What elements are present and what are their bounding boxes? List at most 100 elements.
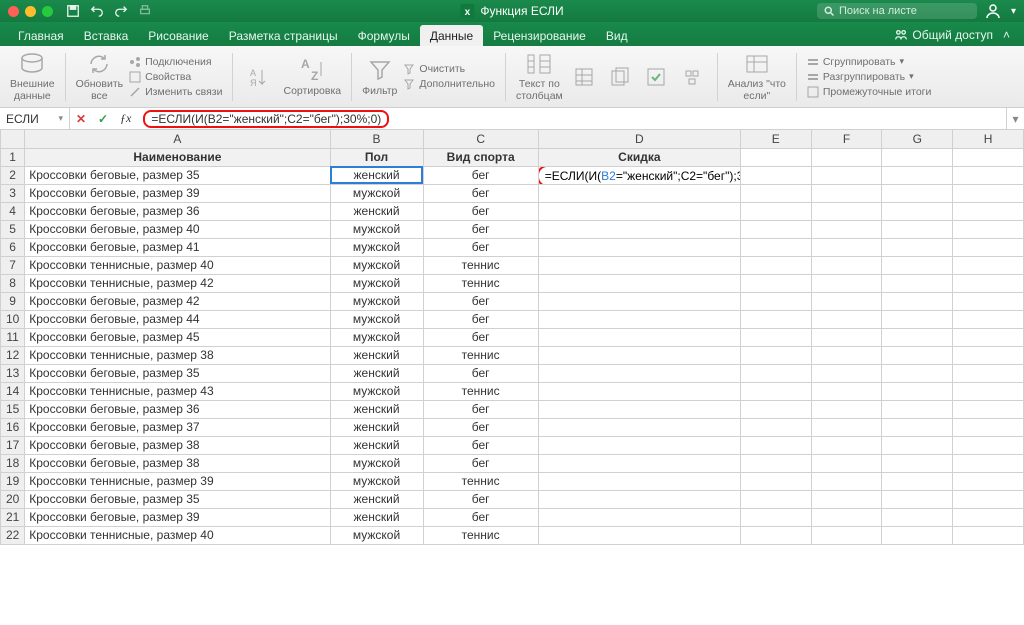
cell[interactable]	[811, 364, 882, 382]
cell[interactable]: Кроссовки беговые, размер 36	[25, 202, 330, 220]
cell[interactable]	[882, 202, 953, 220]
connections-button[interactable]: Подключения	[129, 56, 222, 68]
search-box[interactable]: Поиск на листе	[817, 3, 977, 19]
share-button[interactable]: Общий доступ	[894, 28, 993, 42]
row-header[interactable]: 12	[1, 346, 25, 364]
ungroup-button[interactable]: Разгруппировать▾	[807, 71, 932, 83]
row-header[interactable]: 10	[1, 310, 25, 328]
cell[interactable]: бег	[423, 454, 538, 472]
cell[interactable]: теннис	[423, 472, 538, 490]
cell[interactable]	[953, 382, 1024, 400]
cell[interactable]	[882, 166, 953, 184]
cell[interactable]	[538, 238, 740, 256]
cell[interactable]: мужской	[330, 454, 423, 472]
text-to-columns-button[interactable]: Текст по столбцам	[516, 51, 563, 102]
row-header[interactable]: 2	[1, 166, 25, 184]
cell[interactable]: Кроссовки беговые, размер 45	[25, 328, 330, 346]
cell[interactable]: женский	[330, 202, 423, 220]
cell[interactable]	[538, 328, 740, 346]
filter-button[interactable]: Фильтр	[362, 57, 397, 97]
cell[interactable]	[740, 238, 811, 256]
cell[interactable]	[740, 364, 811, 382]
col-header-F[interactable]: F	[811, 130, 882, 148]
cell[interactable]	[882, 274, 953, 292]
row-header[interactable]: 20	[1, 490, 25, 508]
row-header[interactable]: 21	[1, 508, 25, 526]
cell[interactable]	[538, 202, 740, 220]
cell[interactable]	[740, 454, 811, 472]
cell[interactable]: Кроссовки теннисные, размер 42	[25, 274, 330, 292]
cell[interactable]	[811, 202, 882, 220]
row-header[interactable]: 6	[1, 238, 25, 256]
properties-button[interactable]: Свойства	[129, 71, 222, 83]
cell[interactable]	[953, 472, 1024, 490]
cell[interactable]: бег	[423, 364, 538, 382]
cell[interactable]: бег	[423, 184, 538, 202]
cell[interactable]	[740, 166, 811, 184]
cell[interactable]	[953, 148, 1024, 166]
cell[interactable]	[882, 220, 953, 238]
cell[interactable]: мужской	[330, 328, 423, 346]
flash-fill-button[interactable]	[569, 64, 599, 90]
tab-рецензирование[interactable]: Рецензирование	[483, 25, 596, 46]
cell[interactable]	[740, 202, 811, 220]
cell[interactable]	[811, 292, 882, 310]
col-header-C[interactable]: C	[423, 130, 538, 148]
cell[interactable]	[882, 292, 953, 310]
cell[interactable]	[740, 256, 811, 274]
cell[interactable]	[538, 274, 740, 292]
name-box-dropdown-icon[interactable]: ▾	[58, 113, 63, 124]
cell[interactable]	[740, 490, 811, 508]
cell[interactable]	[953, 400, 1024, 418]
cell[interactable]: теннис	[423, 274, 538, 292]
cell[interactable]	[811, 166, 882, 184]
cell[interactable]	[740, 328, 811, 346]
select-all-corner[interactable]	[1, 130, 25, 148]
cell[interactable]: Кроссовки беговые, размер 35	[25, 490, 330, 508]
cell[interactable]: бег	[423, 508, 538, 526]
cell[interactable]	[538, 472, 740, 490]
row-header[interactable]: 19	[1, 472, 25, 490]
cell[interactable]: женский	[330, 490, 423, 508]
cell[interactable]	[953, 292, 1024, 310]
cell[interactable]	[811, 382, 882, 400]
cell[interactable]	[740, 508, 811, 526]
tab-разметка страницы[interactable]: Разметка страницы	[219, 25, 348, 46]
name-box[interactable]: ЕСЛИ ▾	[0, 108, 70, 129]
cell[interactable]	[740, 400, 811, 418]
cell[interactable]	[953, 220, 1024, 238]
cell[interactable]: Кроссовки беговые, размер 39	[25, 508, 330, 526]
cell[interactable]: бег	[423, 220, 538, 238]
cell[interactable]	[882, 472, 953, 490]
row-header[interactable]: 9	[1, 292, 25, 310]
cell[interactable]: Скидка	[538, 148, 740, 166]
cell[interactable]	[953, 238, 1024, 256]
advanced-filter-button[interactable]: Дополнительно	[403, 78, 495, 90]
cell[interactable]	[953, 508, 1024, 526]
cell[interactable]	[953, 436, 1024, 454]
cell[interactable]: Кроссовки беговые, размер 40	[25, 220, 330, 238]
cancel-formula-button[interactable]: ✕	[70, 112, 92, 126]
cell[interactable]: бег	[423, 400, 538, 418]
row-header[interactable]: 14	[1, 382, 25, 400]
cell[interactable]	[811, 148, 882, 166]
cell[interactable]: бег	[423, 418, 538, 436]
cell[interactable]	[538, 418, 740, 436]
cell[interactable]: женский	[330, 418, 423, 436]
cell[interactable]	[882, 328, 953, 346]
row-header[interactable]: 16	[1, 418, 25, 436]
cell[interactable]	[538, 364, 740, 382]
cell[interactable]	[953, 526, 1024, 544]
fx-label[interactable]: ƒx	[120, 111, 131, 126]
save-icon[interactable]	[65, 3, 81, 19]
cell[interactable]: мужской	[330, 220, 423, 238]
consolidate-button[interactable]	[677, 64, 707, 90]
cell[interactable]	[740, 472, 811, 490]
cell[interactable]: мужской	[330, 274, 423, 292]
cell[interactable]	[811, 310, 882, 328]
row-header[interactable]: 18	[1, 454, 25, 472]
cell[interactable]: мужской	[330, 472, 423, 490]
cell[interactable]: мужской	[330, 382, 423, 400]
cell[interactable]	[811, 508, 882, 526]
cell[interactable]	[811, 346, 882, 364]
